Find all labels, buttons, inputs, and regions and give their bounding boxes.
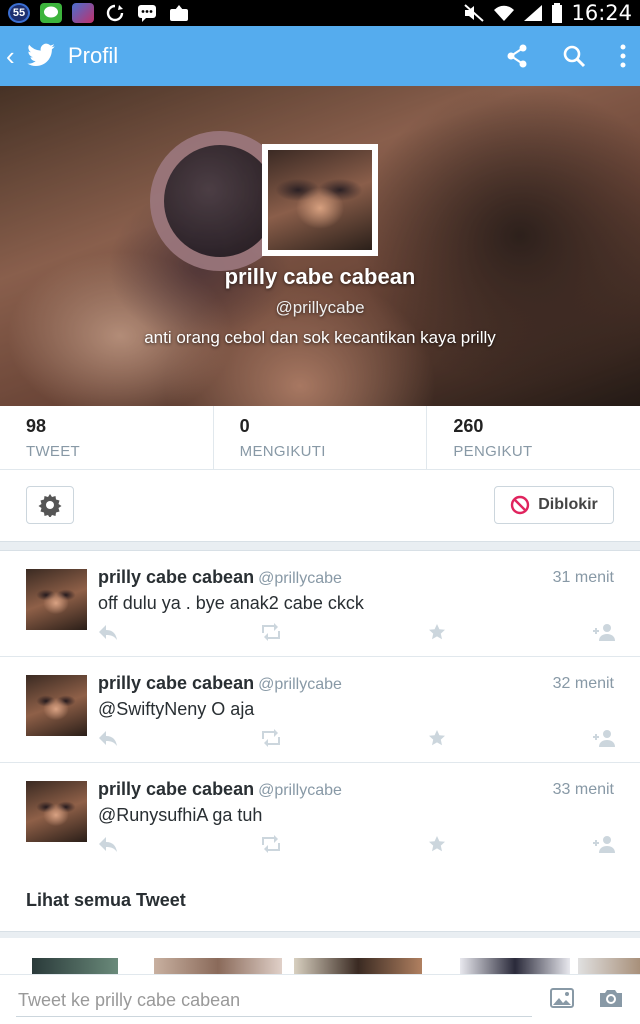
tweet-time: 32 menit xyxy=(552,675,614,692)
media-thumbnail[interactable] xyxy=(32,958,118,974)
profile-header: prilly cabe cabean @prillycabe anti oran… xyxy=(0,86,640,406)
upload-icon xyxy=(168,3,190,23)
tweet-actions xyxy=(98,835,616,857)
avatar-image xyxy=(268,150,372,250)
tweet-author[interactable]: prilly cabe cabean @prillycabe xyxy=(98,779,342,800)
tweet-avatar[interactable] xyxy=(26,781,87,842)
action-bar: ‹ Profil xyxy=(0,26,640,86)
retweet-icon[interactable] xyxy=(260,623,282,646)
signal-icon xyxy=(524,5,543,21)
stat-value: 98 xyxy=(26,416,47,436)
tweet-avatar[interactable] xyxy=(26,675,87,736)
tweet-item[interactable]: prilly cabe cabean @prillycabe 32 menit @… xyxy=(0,657,640,763)
tweet-time: 33 menit xyxy=(552,781,614,798)
back-button[interactable]: ‹ xyxy=(6,41,20,72)
tweet-author-handle: @prillycabe xyxy=(258,782,342,799)
retweet-icon[interactable] xyxy=(260,729,282,752)
tweet-author[interactable]: prilly cabe cabean @prillycabe xyxy=(98,567,342,588)
tweet-actions xyxy=(98,729,616,751)
overflow-menu-icon[interactable] xyxy=(620,44,626,68)
media-thumbnail[interactable] xyxy=(460,958,570,974)
clock: 16:24 xyxy=(571,1,632,25)
favorite-icon[interactable] xyxy=(428,623,446,646)
stat-followers[interactable]: 260 PENGIKUT xyxy=(427,406,640,469)
profile-bio: anti orang cebol dan sok kecantikan kaya… xyxy=(144,328,496,347)
stat-label: MENGIKUTI xyxy=(239,443,326,460)
stat-value: 0 xyxy=(239,416,250,436)
twitter-bird-icon[interactable] xyxy=(26,43,56,69)
tweet-text: @SwiftyNeny O aja xyxy=(98,699,255,719)
profile-avatar[interactable] xyxy=(262,144,378,256)
blocked-button[interactable]: Diblokir xyxy=(494,486,614,524)
follow-icon[interactable] xyxy=(592,835,616,858)
tweet-author-name: prilly cabe cabean xyxy=(98,779,255,799)
see-all-tweets-link[interactable]: Lihat semua Tweet xyxy=(0,868,640,932)
stat-following[interactable]: 0 MENGIKUTI xyxy=(214,406,428,469)
bbm-icon xyxy=(136,3,158,23)
wifi-icon xyxy=(494,5,515,21)
stat-label: TWEET xyxy=(26,443,80,460)
image-icon[interactable] xyxy=(550,987,574,1009)
reply-icon[interactable] xyxy=(98,729,118,752)
game-icon xyxy=(72,3,94,23)
tweet-list: prilly cabe cabean @prillycabe 31 menit o… xyxy=(0,550,640,869)
profile-actions: Diblokir xyxy=(0,470,640,542)
tweet-actions xyxy=(98,623,616,645)
sync-icon xyxy=(104,3,126,23)
media-thumbnail[interactable] xyxy=(154,958,282,974)
battery-icon xyxy=(552,3,563,23)
search-icon[interactable] xyxy=(562,44,586,68)
camera-icon[interactable] xyxy=(598,987,624,1009)
tweet-item[interactable]: prilly cabe cabean @prillycabe 31 menit o… xyxy=(0,551,640,657)
retweet-icon[interactable] xyxy=(260,835,282,858)
tweet-item[interactable]: prilly cabe cabean @prillycabe 33 menit @… xyxy=(0,763,640,869)
block-icon xyxy=(511,495,530,515)
stat-label: PENGIKUT xyxy=(453,443,533,460)
tweet-text: off dulu ya . bye anak2 cabe ckck xyxy=(98,593,364,613)
tweet-author-handle: @prillycabe xyxy=(258,676,342,693)
stat-value: 260 xyxy=(453,416,484,436)
profile-handle: @prillycabe xyxy=(275,298,365,317)
share-icon[interactable] xyxy=(506,44,528,68)
badge-55-icon: 55 xyxy=(8,3,30,23)
media-strip[interactable] xyxy=(0,938,640,974)
stat-tweets[interactable]: 98 TWEET xyxy=(0,406,214,469)
follow-icon[interactable] xyxy=(592,729,616,752)
tweet-author-name: prilly cabe cabean xyxy=(98,673,255,693)
follow-icon[interactable] xyxy=(592,623,616,646)
reply-icon[interactable] xyxy=(98,623,118,646)
favorite-icon[interactable] xyxy=(428,835,446,858)
gear-icon xyxy=(38,494,62,517)
compose-bar xyxy=(0,974,640,1024)
tweet-time: 31 menit xyxy=(552,569,614,586)
media-thumbnail[interactable] xyxy=(578,958,640,974)
settings-button[interactable] xyxy=(26,486,74,524)
blocked-label: Diblokir xyxy=(538,496,598,513)
favorite-icon[interactable] xyxy=(428,729,446,752)
profile-name: prilly cabe cabean xyxy=(224,264,416,289)
tweet-avatar[interactable] xyxy=(26,569,87,630)
tweet-text: @RunysufhiA ga tuh xyxy=(98,805,263,825)
profile-stats: 98 TWEET 0 MENGIKUTI 260 PENGIKUT xyxy=(0,406,640,470)
mute-icon xyxy=(464,4,485,22)
tweet-author-name: prilly cabe cabean xyxy=(98,567,255,587)
media-thumbnail[interactable] xyxy=(294,958,422,974)
page-title: Profil xyxy=(68,43,119,68)
status-bar: 55 16:24 xyxy=(0,0,640,26)
line-icon xyxy=(40,3,62,23)
tweet-author[interactable]: prilly cabe cabean @prillycabe xyxy=(98,673,342,694)
reply-icon[interactable] xyxy=(98,835,118,858)
tweet-compose-input[interactable] xyxy=(16,985,532,1017)
tweet-author-handle: @prillycabe xyxy=(258,570,342,587)
